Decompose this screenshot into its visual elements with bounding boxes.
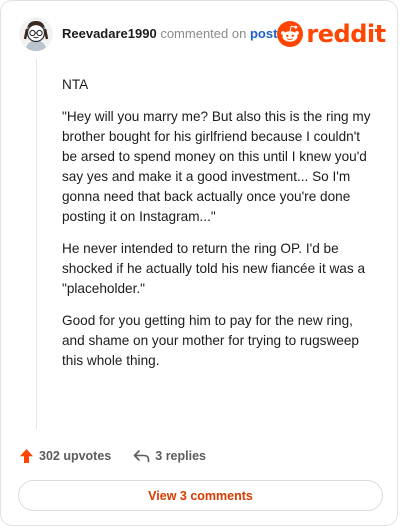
reddit-wordmark: reddit: [306, 20, 386, 48]
view-comments-button[interactable]: View 3 comments: [18, 480, 383, 511]
comment-meta: Reevadare1990 commented on post: [62, 26, 277, 42]
upvote-arrow-icon: [20, 449, 33, 463]
comment-paragraph: He never intended to return the ring OP.…: [62, 241, 366, 296]
comment-header: Reevadare1990 commented on post reddit: [19, 15, 386, 53]
username[interactable]: Reevadare1990: [62, 26, 157, 41]
comment-paragraph: Good for you getting him to pay for the …: [62, 313, 359, 368]
comment-paragraph: NTA: [62, 77, 89, 92]
replies-count: 3 replies: [155, 449, 206, 463]
upvote-count: 302 upvotes: [39, 449, 112, 463]
user-avatar[interactable]: [19, 17, 53, 51]
comment-actions: 302 upvotes 3 replies: [19, 446, 206, 466]
commented-on-text: commented on: [160, 26, 247, 41]
reddit-alien-icon: [277, 21, 304, 47]
comment-card: Reevadare1990 commented on post reddit N…: [0, 0, 398, 526]
snoo-avatar-icon: [19, 17, 53, 51]
comment-body: NTA "Hey will you marry me? But also thi…: [62, 75, 374, 383]
replies-button[interactable]: 3 replies: [133, 449, 206, 463]
post-link[interactable]: post: [250, 26, 277, 41]
thread-line: [36, 59, 37, 429]
upvote-button[interactable]: 302 upvotes: [19, 448, 111, 464]
comment-paragraph: "Hey will you marry me? But also this is…: [62, 109, 371, 224]
reply-arrow-icon: [133, 450, 150, 463]
reddit-logo[interactable]: reddit: [277, 20, 386, 48]
